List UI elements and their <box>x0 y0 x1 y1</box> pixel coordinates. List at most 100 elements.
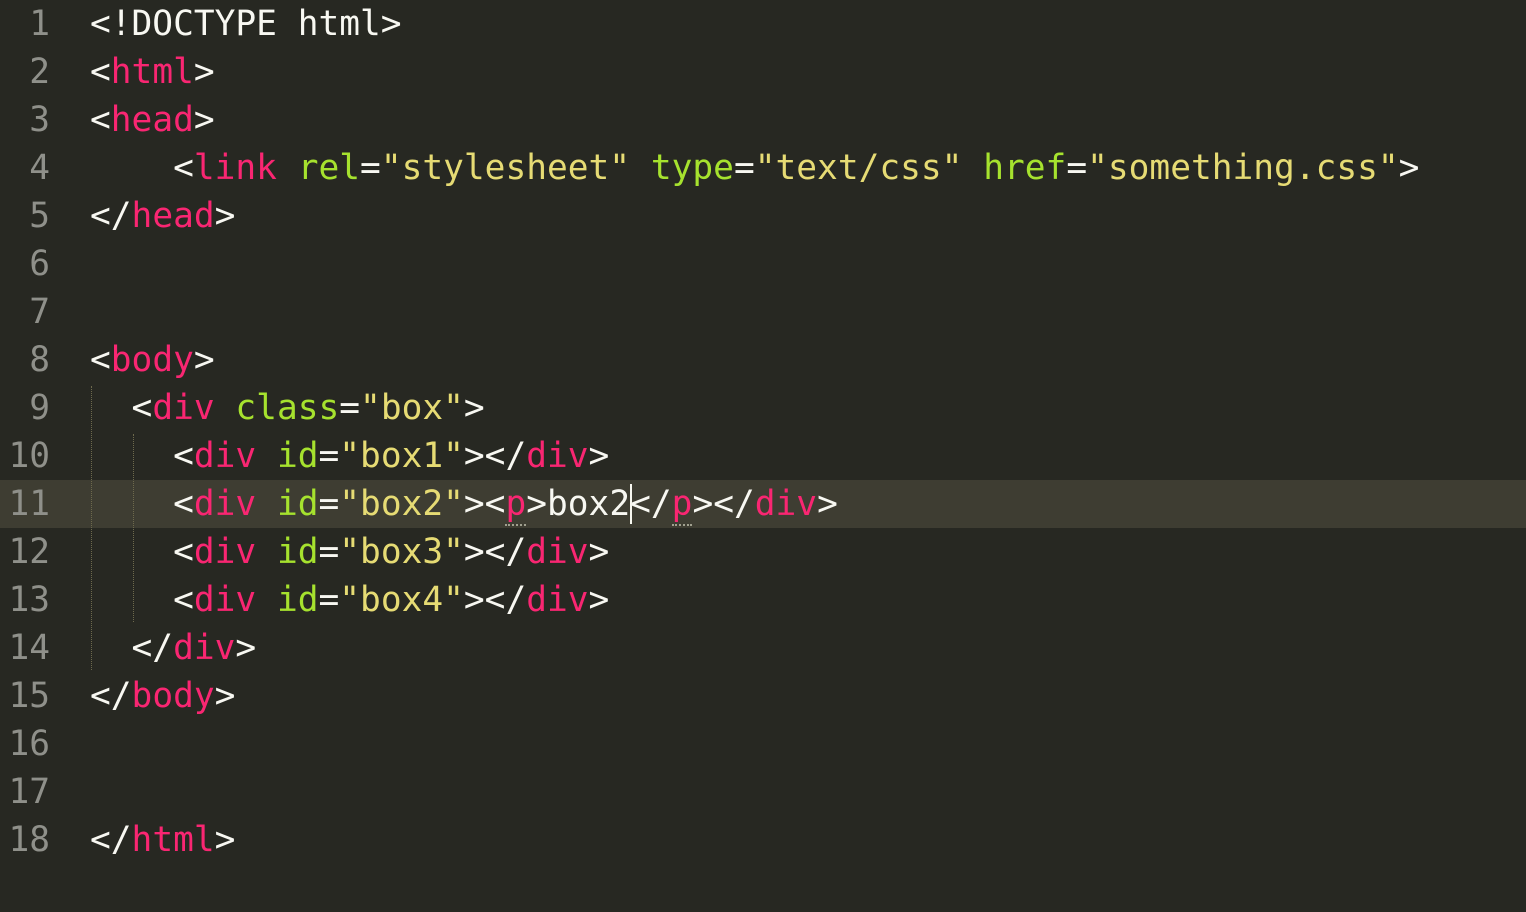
code-line[interactable]: 13 <div id="box4"></div> <box>0 576 1526 624</box>
token-tag: div <box>173 628 236 668</box>
code-line[interactable]: 8 <body> <box>0 336 1526 384</box>
token-punct: </ <box>90 676 132 716</box>
line-code[interactable]: </html> <box>90 816 235 864</box>
token-punct: >< <box>463 484 506 524</box>
line-code[interactable]: <div id="box1"></div> <box>90 432 609 480</box>
token-punct: </ <box>90 196 132 236</box>
code-line[interactable]: 7 <box>0 288 1526 336</box>
line-code[interactable]: </body> <box>90 672 235 720</box>
indent-guide-body <box>91 386 92 670</box>
token-str: "text/css" <box>754 148 963 188</box>
line-number: 18 <box>8 820 50 860</box>
line-code[interactable]: <div id="box2"><p>box2</p></div> <box>90 480 838 528</box>
line-number: 6 <box>29 244 50 284</box>
code-line[interactable]: 12 <div id="box3"></div> <box>0 528 1526 576</box>
line-code[interactable]: <!DOCTYPE html> <box>90 0 402 48</box>
token-punct: = <box>360 148 381 188</box>
token-punct: > <box>214 676 236 716</box>
code-line[interactable]: 18 </html> <box>0 816 1526 864</box>
token-punct: > <box>214 196 236 236</box>
token-str: "stylesheet" <box>380 148 631 188</box>
token-punct: > <box>588 532 610 572</box>
token-attr: id <box>276 532 319 572</box>
token-tag: div <box>193 484 257 524</box>
line-number: 7 <box>29 292 50 332</box>
line-code[interactable]: <div id="box4"></div> <box>90 576 609 624</box>
token-punct <box>256 532 277 572</box>
token-punct: = <box>733 148 755 188</box>
token-punct: < <box>90 484 194 524</box>
code-line[interactable]: 15 </body> <box>0 672 1526 720</box>
token-punct: ></ <box>463 580 527 620</box>
line-code[interactable]: <div class="box"> <box>90 384 485 432</box>
code-line[interactable]: 10 <div id="box1"></div> <box>0 432 1526 480</box>
line-code[interactable]: </head> <box>90 192 235 240</box>
code-line[interactable]: 2 <html> <box>0 48 1526 96</box>
token-tag: div <box>193 532 257 572</box>
token-attr: rel <box>297 148 361 188</box>
token-tag: p <box>505 484 527 526</box>
line-number: 4 <box>29 148 50 188</box>
line-number: 12 <box>8 532 50 572</box>
line-code[interactable]: <head> <box>90 96 215 144</box>
token-punct: = <box>1066 148 1088 188</box>
code-line[interactable]: 17 <box>0 768 1526 816</box>
code-line[interactable]: 6 <box>0 240 1526 288</box>
code-line[interactable]: 3 <head> <box>0 96 1526 144</box>
line-number: 10 <box>8 436 50 476</box>
token-punct <box>630 148 651 188</box>
code-line[interactable]: 14 </div> <box>0 624 1526 672</box>
token-str: "box1" <box>339 436 464 476</box>
token-tag: div <box>526 436 589 476</box>
token-punct: < <box>90 148 194 188</box>
token-tag: html <box>131 820 215 860</box>
token-str: "box2" <box>339 484 464 524</box>
token-attr: id <box>276 436 319 476</box>
code-line[interactable]: 9 <div class="box"> <box>0 384 1526 432</box>
line-number: 16 <box>8 724 50 764</box>
token-punct: = <box>339 388 361 428</box>
token-punct: > <box>193 340 215 380</box>
token-punct: </ <box>90 820 132 860</box>
line-number: 11 <box>8 484 50 524</box>
line-number: 14 <box>8 628 50 668</box>
token-punct: < <box>90 340 111 380</box>
code-line[interactable]: 16 <box>0 720 1526 768</box>
token-punct: ></ <box>463 532 527 572</box>
line-code[interactable]: <html> <box>90 48 215 96</box>
line-code[interactable]: </div> <box>90 624 257 672</box>
code-line[interactable]: 11 <div id="box2"><p>box2</p></div> <box>0 480 1526 528</box>
token-punct: > <box>588 436 610 476</box>
line-code[interactable]: <link rel="stylesheet" type="text/css" h… <box>90 144 1419 192</box>
line-number: 1 <box>29 4 50 44</box>
token-punct: = <box>318 436 340 476</box>
token-punct: > <box>526 484 548 524</box>
token-punct: > <box>235 628 257 668</box>
line-code[interactable]: <body> <box>90 336 215 384</box>
line-number: 13 <box>8 580 50 620</box>
token-tag: div <box>152 388 215 428</box>
token-punct: <!DOCTYPE html> <box>90 4 402 44</box>
token-tag: div <box>193 580 257 620</box>
code-editor[interactable]: 1 <!DOCTYPE html> 2 <html> 3 <head> 4 <link re… <box>0 0 1526 912</box>
line-number: 5 <box>29 196 50 236</box>
token-tag: p <box>671 484 693 526</box>
token-punct: </ <box>630 484 672 524</box>
line-number: 8 <box>29 340 50 380</box>
token-punct: > <box>463 388 485 428</box>
token-punct: < <box>90 388 153 428</box>
token-punct: ></ <box>463 436 527 476</box>
token-punct <box>256 484 277 524</box>
code-line[interactable]: 4 <link rel="stylesheet" type="text/css"… <box>0 144 1526 192</box>
token-str: "box3" <box>339 532 464 572</box>
token-punct: = <box>318 484 340 524</box>
token-punct <box>277 148 298 188</box>
token-punct: < <box>90 580 194 620</box>
token-text: box2 <box>547 484 631 524</box>
line-number: 17 <box>8 772 50 812</box>
code-line[interactable]: 5 </head> <box>0 192 1526 240</box>
code-line[interactable]: 1 <!DOCTYPE html> <box>0 0 1526 48</box>
token-punct <box>256 580 277 620</box>
line-code[interactable]: <div id="box3"></div> <box>90 528 609 576</box>
token-punct: > <box>1398 148 1420 188</box>
